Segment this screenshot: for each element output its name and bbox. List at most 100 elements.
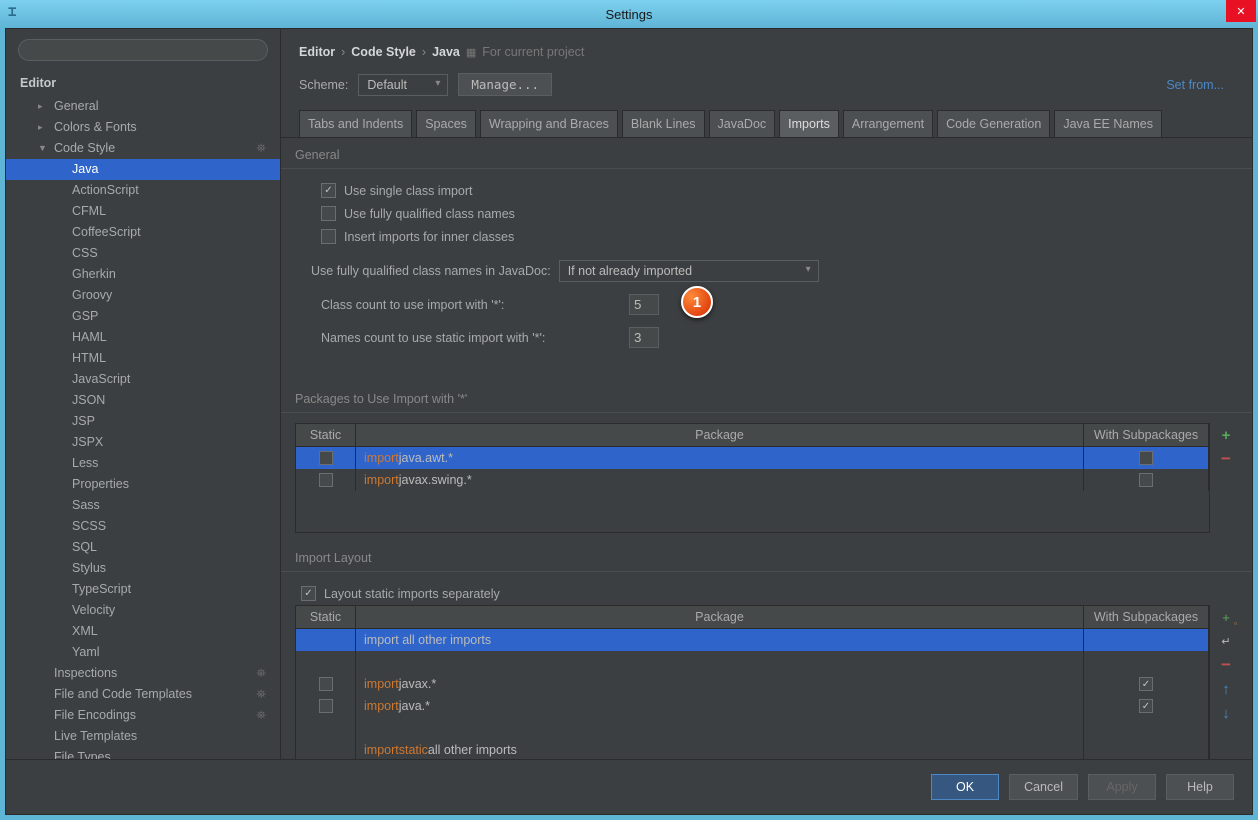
tree-item-label: Java [72, 162, 98, 176]
add-package-button[interactable]: + [1216, 425, 1236, 445]
tab-tabs-and-indents[interactable]: Tabs and Indents [299, 110, 412, 137]
tree-item-javascript[interactable]: JavaScript [6, 369, 280, 390]
tree-item-gherkin[interactable]: Gherkin [6, 264, 280, 285]
th-subpackages: With Subpackages [1084, 424, 1209, 446]
chk-fully-qualified[interactable] [321, 206, 336, 221]
add-blank-line-button[interactable]: ↵ [1216, 631, 1236, 651]
subpackages-checkbox[interactable] [1139, 451, 1153, 465]
search-input[interactable] [18, 39, 268, 61]
tree-item-velocity[interactable]: Velocity [6, 600, 280, 621]
packages-table-wrap: Static Package With Subpackages import j… [295, 423, 1238, 533]
chk-single-class-import[interactable] [321, 183, 336, 198]
tab-code-generation[interactable]: Code Generation [937, 110, 1050, 137]
tree-item-colors-&-fonts[interactable]: ▸Colors & Fonts [6, 117, 280, 138]
manage-button[interactable]: Manage... [458, 73, 552, 96]
table-row[interactable]: import java.awt.* [296, 447, 1209, 469]
expand-arrow-icon: ▼ [38, 138, 47, 159]
dialog-content: ⌕ Editor ▸General▸Colors & Fonts▼Code St… [5, 28, 1253, 815]
static-checkbox[interactable] [319, 451, 333, 465]
tab-blank-lines[interactable]: Blank Lines [622, 110, 705, 137]
static-checkbox[interactable] [319, 699, 333, 713]
tree-item-groovy[interactable]: Groovy [6, 285, 280, 306]
tree-item-jspx[interactable]: JSPX [6, 432, 280, 453]
tree-item-live-templates[interactable]: Live Templates [6, 726, 280, 747]
tree-item-stylus[interactable]: Stylus [6, 558, 280, 579]
tab-spaces[interactable]: Spaces [416, 110, 476, 137]
tree-item-file-encodings[interactable]: File Encodings⛯ [6, 705, 280, 726]
tree-item-xml[interactable]: XML [6, 621, 280, 642]
tab-javadoc[interactable]: JavaDoc [709, 110, 776, 137]
remove-layout-row-button[interactable]: − [1216, 655, 1236, 675]
crumb-java: Java [432, 45, 460, 59]
tree-item-yaml[interactable]: Yaml [6, 642, 280, 663]
window-close-button[interactable]: ✕ [1226, 0, 1256, 22]
cancel-button[interactable]: Cancel [1009, 774, 1078, 800]
table-row[interactable] [296, 651, 1209, 673]
table-row[interactable] [296, 717, 1209, 739]
tree-item-label: XML [72, 624, 98, 638]
tree-item-file-and-code-templates[interactable]: File and Code Templates⛯ [6, 684, 280, 705]
tree-item-label: File Types [54, 750, 111, 759]
tree-item-less[interactable]: Less [6, 453, 280, 474]
subpackages-checkbox[interactable] [1139, 699, 1153, 713]
tree-item-gsp[interactable]: GSP [6, 306, 280, 327]
static-checkbox[interactable] [319, 473, 333, 487]
tree-item-general[interactable]: ▸General [6, 96, 280, 117]
tree-item-jsp[interactable]: JSP [6, 411, 280, 432]
tree-item-label: Velocity [72, 603, 115, 617]
chk-layout-static-separate[interactable] [301, 586, 316, 601]
add-layout-package-button[interactable]: +▫ [1216, 607, 1236, 627]
layout-table[interactable]: Static Package With Subpackages import a… [295, 605, 1210, 759]
tab-arrangement[interactable]: Arrangement [843, 110, 933, 137]
apply-button[interactable]: Apply [1088, 774, 1156, 800]
static-checkbox[interactable] [319, 677, 333, 691]
subpackages-checkbox[interactable] [1139, 473, 1153, 487]
remove-package-button[interactable]: − [1216, 449, 1236, 469]
tree-item-sass[interactable]: Sass [6, 495, 280, 516]
tree-item-typescript[interactable]: TypeScript [6, 579, 280, 600]
table-row[interactable]: import all other imports [296, 629, 1209, 651]
tree-item-properties[interactable]: Properties [6, 474, 280, 495]
tree-item-haml[interactable]: HAML [6, 327, 280, 348]
tabsbar: Tabs and IndentsSpacesWrapping and Brace… [281, 110, 1252, 138]
tree-item-sql[interactable]: SQL [6, 537, 280, 558]
table-row[interactable]: import static all other imports [296, 739, 1209, 759]
move-up-button[interactable]: ↑ [1216, 679, 1236, 699]
move-down-button[interactable]: ↓ [1216, 703, 1236, 723]
help-button[interactable]: Help [1166, 774, 1234, 800]
input-names-count[interactable] [629, 327, 659, 348]
tree-item-css[interactable]: CSS [6, 243, 280, 264]
subpackages-checkbox[interactable] [1139, 677, 1153, 691]
ok-button[interactable]: OK [931, 774, 999, 800]
tab-imports[interactable]: Imports [779, 110, 839, 137]
tab-java-ee-names[interactable]: Java EE Names [1054, 110, 1162, 137]
tree-item-inspections[interactable]: Inspections⛯ [6, 663, 280, 684]
input-class-count[interactable] [629, 294, 659, 315]
fq-javadoc-select[interactable]: If not already imported [559, 260, 819, 282]
tree-item-java[interactable]: Java [6, 159, 280, 180]
tree-item-scss[interactable]: SCSS [6, 516, 280, 537]
settings-tree[interactable]: Editor ▸General▸Colors & Fonts▼Code Styl… [6, 71, 280, 759]
packages-table[interactable]: Static Package With Subpackages import j… [295, 423, 1210, 533]
tree-item-json[interactable]: JSON [6, 390, 280, 411]
tree-item-coffeescript[interactable]: CoffeeScript [6, 222, 280, 243]
table-row[interactable]: import java.* [296, 695, 1209, 717]
chk-inner-classes[interactable] [321, 229, 336, 244]
scheme-select[interactable]: Default [358, 74, 448, 96]
tree-item-html[interactable]: HTML [6, 348, 280, 369]
tree-item-file-types[interactable]: File Types [6, 747, 280, 759]
set-from-link[interactable]: Set from... [1166, 78, 1234, 92]
gear-icon: ⛯ [256, 684, 266, 705]
tree-root-editor[interactable]: Editor [6, 71, 280, 96]
tree-item-cfml[interactable]: CFML [6, 201, 280, 222]
tree-item-label: Less [72, 456, 98, 470]
tree-item-actionscript[interactable]: ActionScript [6, 180, 280, 201]
table-row[interactable]: import javax.swing.* [296, 469, 1209, 491]
tree-item-code-style[interactable]: ▼Code Style⛯ [6, 138, 280, 159]
table-row[interactable]: import javax.* [296, 673, 1209, 695]
scheme-label: Scheme: [299, 78, 348, 92]
settings-sidebar: ⌕ Editor ▸General▸Colors & Fonts▼Code St… [6, 29, 281, 759]
packages-toolbar: + − [1216, 423, 1238, 533]
static-keyword: static [399, 743, 428, 757]
tab-wrapping-and-braces[interactable]: Wrapping and Braces [480, 110, 618, 137]
